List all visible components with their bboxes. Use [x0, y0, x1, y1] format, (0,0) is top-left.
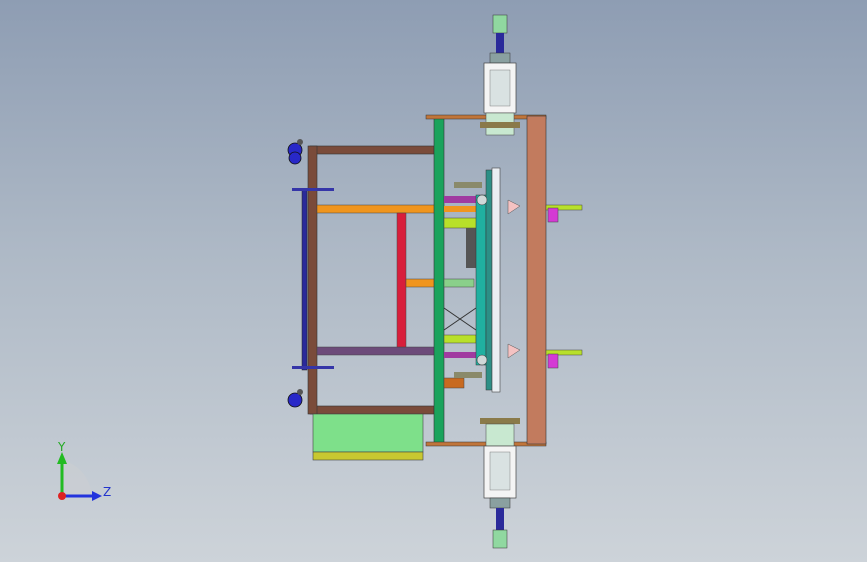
cad-graphics-viewport[interactable]: Y Z — [0, 0, 867, 562]
triad-axes-icon — [57, 452, 102, 501]
cad-assembly-model[interactable] — [0, 0, 867, 562]
coordinate-triad[interactable]: Y Z — [40, 440, 120, 510]
top-cylinder-assembly[interactable] — [480, 14, 520, 136]
left-frame[interactable] — [292, 145, 437, 415]
y-axis-label: Y — [58, 440, 66, 454]
green-base-box[interactable] — [312, 413, 424, 461]
caster-wheel-bottom[interactable] — [287, 389, 303, 408]
caster-wheel-top[interactable] — [287, 139, 303, 165]
z-axis-label: Z — [103, 485, 112, 499]
bottom-cylinder-assembly[interactable] — [480, 418, 520, 549]
inner-mechanism[interactable] — [443, 167, 501, 393]
right-side-plate[interactable] — [507, 115, 583, 445]
